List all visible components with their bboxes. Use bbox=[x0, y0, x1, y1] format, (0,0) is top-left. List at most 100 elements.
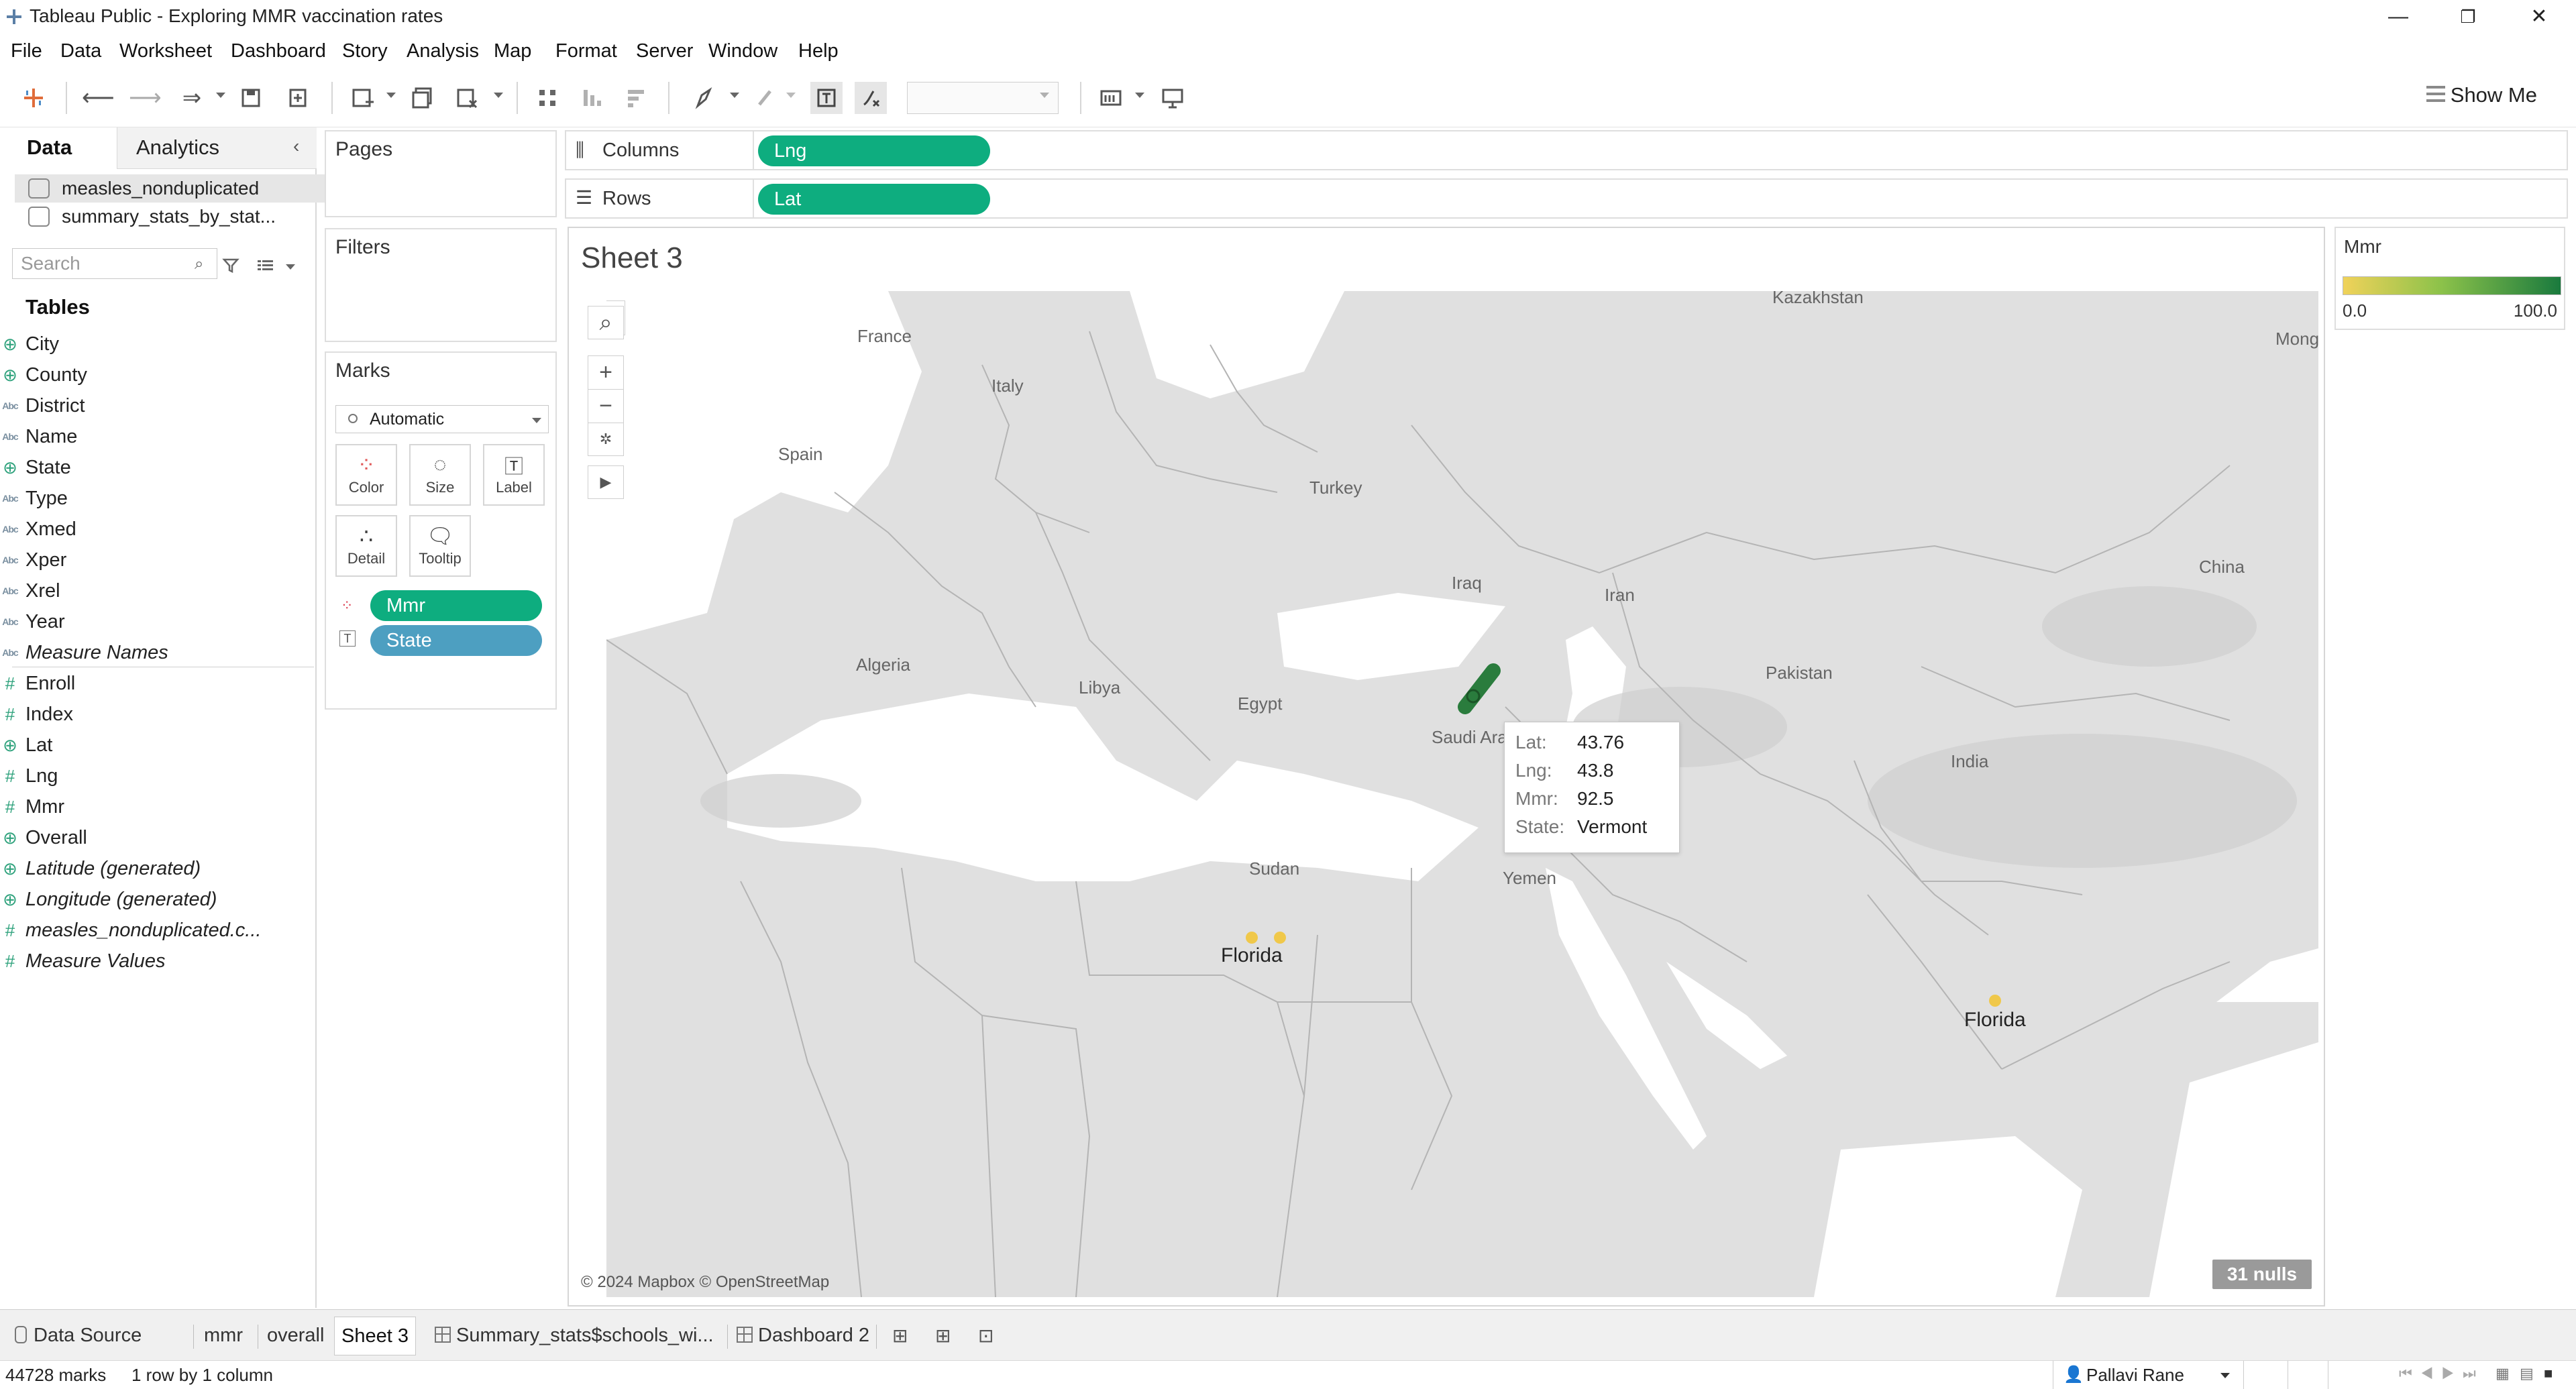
map-search-button[interactable]: ⌕ bbox=[588, 306, 624, 339]
clear-sheet-icon[interactable] bbox=[451, 82, 483, 114]
field-item[interactable]: Abc Xper bbox=[2, 545, 66, 575]
menu-story[interactable]: Story bbox=[342, 40, 388, 62]
menu-map[interactable]: Map bbox=[494, 40, 531, 62]
menu-worksheet[interactable]: Worksheet bbox=[119, 40, 212, 62]
menu-window[interactable]: Window bbox=[708, 40, 777, 62]
mark-florida[interactable] bbox=[1989, 995, 2001, 1007]
tabs-view-icon[interactable]: ■ bbox=[2544, 1365, 2553, 1382]
show-me-button[interactable]: Show Me bbox=[2426, 83, 2537, 107]
map-view[interactable]: PolandBelarusGermanyUkraineKazakhstanFra… bbox=[606, 291, 2318, 1297]
view-options-dropdown-icon[interactable] bbox=[286, 264, 295, 270]
sort-ascending-icon[interactable] bbox=[576, 82, 608, 114]
field-item[interactable]: # measles_nonduplicated.c... bbox=[5, 915, 262, 946]
map-attribution[interactable]: © 2024 Mapbox © OpenStreetMap bbox=[581, 1273, 829, 1292]
show-cards-icon[interactable] bbox=[1095, 82, 1127, 114]
reset-map-icon[interactable]: ✲ bbox=[588, 423, 624, 456]
sort-descending-icon[interactable] bbox=[620, 82, 652, 114]
tab-dashboard-2[interactable]: Dashboard 2 bbox=[730, 1317, 876, 1354]
show-sheets-grid-icon[interactable]: ▦ bbox=[2496, 1365, 2510, 1382]
menu-data[interactable]: Data bbox=[60, 40, 101, 62]
field-item[interactable]: ⊕ County bbox=[3, 359, 87, 390]
new-dashboard-tab-icon[interactable]: ⊞ bbox=[935, 1325, 958, 1347]
field-item[interactable]: ⊕ Longitude (generated) bbox=[3, 884, 217, 915]
undo-icon[interactable]: ⟵ bbox=[82, 82, 115, 114]
restore-button[interactable]: ❐ bbox=[2431, 0, 2505, 35]
pages-shelf[interactable]: Pages bbox=[325, 130, 557, 217]
tab-data-source[interactable]: Data Source bbox=[8, 1317, 148, 1354]
field-item[interactable]: # Lng bbox=[5, 761, 58, 791]
expand-toolbar-icon[interactable]: ▶ bbox=[588, 465, 624, 499]
pill-lng[interactable]: Lng bbox=[758, 135, 990, 166]
pill-mmr[interactable]: Mmr bbox=[370, 590, 542, 621]
save-icon[interactable] bbox=[235, 82, 267, 114]
tab-overall[interactable]: overall bbox=[260, 1317, 331, 1354]
field-item[interactable]: Abc District bbox=[2, 390, 85, 421]
mark-type-dropdown[interactable]: Automatic bbox=[335, 405, 549, 433]
data-source-summary-stats[interactable]: summary_stats_by_stat... bbox=[15, 203, 346, 231]
sheet-navigation-icon[interactable]: ⏮◀▶⏭ bbox=[2399, 1365, 2484, 1382]
user-menu-chevron-icon[interactable] bbox=[2220, 1373, 2230, 1378]
filters-shelf[interactable]: Filters bbox=[325, 228, 557, 342]
view-options-icon[interactable] bbox=[256, 258, 275, 274]
search-input[interactable]: Search bbox=[12, 248, 217, 279]
user-name[interactable]: Pallavi Rane bbox=[2086, 1365, 2184, 1386]
pill-lat[interactable]: Lat bbox=[758, 184, 990, 215]
show-mark-labels-icon[interactable] bbox=[810, 82, 843, 114]
size-button[interactable]: ◌ Size bbox=[409, 444, 471, 506]
detail-button[interactable]: ∴ Detail bbox=[335, 515, 397, 577]
replay-icon[interactable]: ⇒ bbox=[176, 82, 208, 114]
tab-analytics[interactable]: Analytics ‹ bbox=[117, 127, 317, 169]
group-members-icon[interactable] bbox=[749, 82, 781, 114]
redo-icon[interactable]: ⟶ bbox=[129, 82, 162, 114]
minimize-button[interactable]: — bbox=[2361, 0, 2435, 35]
highlight-icon[interactable] bbox=[688, 82, 720, 114]
filmstrip-icon[interactable]: ▤ bbox=[2520, 1365, 2534, 1382]
pill-state[interactable]: State bbox=[370, 625, 542, 656]
new-worksheet-icon[interactable] bbox=[346, 82, 378, 114]
new-worksheet-tab-icon[interactable]: ⊞ bbox=[892, 1325, 915, 1347]
field-item[interactable]: Abc Type bbox=[2, 483, 68, 514]
field-item[interactable]: Abc Year bbox=[2, 606, 64, 637]
field-item[interactable]: ⊕ Lat bbox=[3, 730, 52, 761]
nulls-indicator[interactable]: 31 nulls bbox=[2212, 1260, 2312, 1289]
mark-florida[interactable] bbox=[1246, 932, 1258, 944]
new-story-tab-icon[interactable]: ⊡ bbox=[978, 1325, 1001, 1347]
field-item[interactable]: # Mmr bbox=[5, 791, 64, 822]
menu-dashboard[interactable]: Dashboard bbox=[231, 40, 326, 62]
field-item[interactable]: Abc Xmed bbox=[2, 514, 76, 545]
menu-help[interactable]: Help bbox=[798, 40, 839, 62]
fit-dropdown[interactable] bbox=[907, 82, 1059, 114]
field-item[interactable]: Abc Name bbox=[2, 421, 77, 452]
field-item[interactable]: # Enroll bbox=[5, 668, 75, 699]
columns-shelf[interactable]: ⫼ Columns Lng bbox=[565, 130, 2568, 170]
tableau-home-icon[interactable] bbox=[17, 82, 50, 114]
field-item[interactable]: ⊕ State bbox=[3, 452, 71, 483]
tab-summary-stats[interactable]: Summary_stats$schools_wi... bbox=[428, 1317, 720, 1354]
menu-file[interactable]: File bbox=[11, 40, 42, 62]
color-legend[interactable]: Mmr 0.0 100.0 bbox=[2334, 227, 2565, 330]
fix-axes-icon[interactable] bbox=[855, 82, 887, 114]
duplicate-sheet-icon[interactable] bbox=[407, 82, 439, 114]
close-button[interactable]: ✕ bbox=[2502, 0, 2576, 35]
zoom-in-button[interactable]: + bbox=[588, 355, 624, 390]
menu-analysis[interactable]: Analysis bbox=[407, 40, 479, 62]
label-button[interactable]: 🅃 Label bbox=[483, 444, 545, 506]
tab-mmr[interactable]: mmr bbox=[197, 1317, 250, 1354]
field-item[interactable]: ⊕ Latitude (generated) bbox=[3, 853, 201, 884]
field-item[interactable]: Abc Xrel bbox=[2, 575, 60, 606]
menu-format[interactable]: Format bbox=[555, 40, 617, 62]
new-data-source-icon[interactable] bbox=[282, 82, 314, 114]
tab-data[interactable]: Data bbox=[0, 127, 117, 169]
rows-shelf[interactable]: ☰ Rows Lat bbox=[565, 178, 2568, 219]
field-item[interactable]: ⊕ Overall bbox=[3, 822, 87, 853]
field-item[interactable]: Abc Measure Names bbox=[2, 637, 168, 668]
filter-icon[interactable] bbox=[221, 256, 240, 275]
collapse-icon[interactable]: ‹ bbox=[293, 135, 299, 157]
menu-server[interactable]: Server bbox=[636, 40, 693, 62]
presentation-mode-icon[interactable] bbox=[1157, 82, 1189, 114]
field-item[interactable]: # Measure Values bbox=[5, 946, 166, 977]
tooltip-button[interactable]: 🗨 Tooltip bbox=[409, 515, 471, 577]
data-source-measles[interactable]: measles_nonduplicated bbox=[15, 174, 346, 203]
swap-rows-columns-icon[interactable] bbox=[531, 82, 564, 114]
color-button[interactable]: ⁘ Color bbox=[335, 444, 397, 506]
